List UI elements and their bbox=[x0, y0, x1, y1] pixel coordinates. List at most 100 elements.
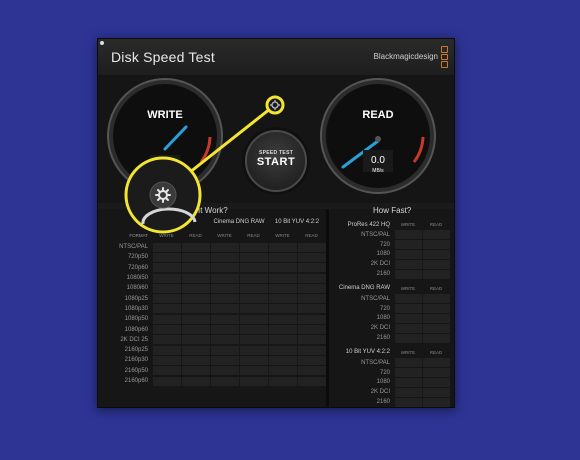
app-title: Disk Speed Test bbox=[111, 49, 215, 65]
result-cell bbox=[210, 314, 239, 324]
table-row: 2K DCI 25 bbox=[98, 335, 326, 345]
resolution-label: NTSC/PAL bbox=[361, 295, 390, 302]
table-row: 720 bbox=[329, 240, 454, 250]
gauge-panel: WRITE 0.0 MB/s READ 0.0 MB/s SPEED TEST … bbox=[98, 75, 454, 203]
result-cell bbox=[268, 283, 297, 293]
write-gauge-unit: MB/s bbox=[159, 168, 171, 174]
result-cell bbox=[422, 387, 450, 397]
result-cell bbox=[210, 263, 239, 273]
format-label: 2160p60 bbox=[124, 378, 148, 384]
result-cell bbox=[268, 263, 297, 273]
table-row: 2160p60 bbox=[98, 376, 326, 386]
result-cell bbox=[239, 366, 268, 376]
brand-name: Blackmagicdesign bbox=[373, 52, 438, 61]
table-row: 1080p30 bbox=[98, 304, 326, 314]
result-cell bbox=[210, 355, 239, 365]
result-cell bbox=[422, 397, 450, 407]
resolution-label: 2160 bbox=[376, 399, 390, 406]
table-row: 720p60 bbox=[98, 263, 326, 273]
result-cell bbox=[394, 377, 422, 387]
result-cell bbox=[152, 335, 181, 345]
table-row: 2160 bbox=[329, 397, 454, 407]
table-row: 2K DCI bbox=[329, 259, 454, 269]
result-cell bbox=[297, 355, 326, 365]
result-cell bbox=[422, 377, 450, 387]
result-cell bbox=[210, 345, 239, 355]
result-cell bbox=[181, 283, 210, 293]
table-row: 2K DCI bbox=[329, 387, 454, 397]
table-row: 2K DCI bbox=[329, 323, 454, 333]
table-row: NTSC/PAL bbox=[329, 294, 454, 304]
codec-name: 10 Bit YUV 4:2:2 bbox=[345, 349, 390, 356]
resolution-label: 2K DCI bbox=[370, 325, 390, 332]
result-cell bbox=[239, 294, 268, 304]
will-it-work-table: It Work? Cinema DNG RAW 10 Bit YUV 4:2:2 … bbox=[98, 206, 326, 407]
how-fast-group: ProRes 422 HQ WRITE READ NTSC/PAL 720 1080 2K … bbox=[329, 219, 454, 279]
table-row: 2160p30 bbox=[98, 355, 326, 365]
write-gauge-value: 0.0 bbox=[159, 158, 172, 168]
result-cell bbox=[152, 294, 181, 304]
result-cell bbox=[297, 242, 326, 252]
column-header: READ bbox=[429, 222, 443, 227]
table-row: NTSC/PAL bbox=[329, 230, 454, 240]
result-cell bbox=[210, 283, 239, 293]
result-cell bbox=[239, 314, 268, 324]
table-row: NTSC/PAL bbox=[329, 358, 454, 368]
result-cell bbox=[239, 345, 268, 355]
result-cell bbox=[268, 366, 297, 376]
resolution-label: 1080 bbox=[376, 251, 390, 258]
result-cell bbox=[268, 294, 297, 304]
result-cell bbox=[394, 269, 422, 279]
result-cell bbox=[394, 368, 422, 378]
table-row: 2160 bbox=[329, 269, 454, 279]
result-cell bbox=[422, 259, 450, 269]
column-header: WRITE bbox=[400, 222, 416, 227]
result-cell bbox=[181, 355, 210, 365]
table-row: 1080p60 bbox=[98, 324, 326, 335]
result-cell bbox=[181, 242, 210, 252]
result-cell bbox=[394, 249, 422, 259]
format-label: 720p50 bbox=[127, 254, 148, 261]
result-cell bbox=[210, 325, 239, 335]
result-cell bbox=[394, 397, 422, 407]
table-row: 1080p25 bbox=[98, 293, 326, 304]
result-cell bbox=[239, 304, 268, 314]
result-cell bbox=[297, 345, 326, 355]
result-cell bbox=[297, 263, 326, 273]
result-cell bbox=[422, 294, 450, 304]
result-cell bbox=[152, 376, 181, 386]
column-header: WRITE bbox=[159, 233, 174, 238]
column-header: WRITE bbox=[217, 233, 232, 238]
format-label: 1080p25 bbox=[124, 295, 148, 302]
start-button[interactable]: SPEED TEST START bbox=[245, 130, 307, 192]
result-cell bbox=[297, 376, 326, 386]
result-cell bbox=[268, 273, 297, 283]
table-row: 720 bbox=[329, 304, 454, 314]
format-label: 1080p30 bbox=[124, 305, 148, 312]
result-cell bbox=[239, 242, 268, 252]
result-cell bbox=[394, 304, 422, 314]
start-button-label: START bbox=[256, 156, 296, 168]
result-cell bbox=[210, 335, 239, 345]
table-row: 1080i60 bbox=[98, 283, 326, 293]
table-row: 1080p50 bbox=[98, 314, 326, 324]
column-header: READ bbox=[429, 349, 443, 355]
result-cell bbox=[422, 323, 450, 333]
format-column-header: FORMAT bbox=[129, 233, 148, 238]
group-header: 10 Bit YUV 4:2:2 bbox=[274, 219, 320, 225]
result-cell bbox=[239, 355, 268, 365]
result-cell bbox=[181, 366, 210, 376]
column-header: READ bbox=[189, 233, 202, 238]
table-row: 2160p50 bbox=[98, 366, 326, 376]
result-cell bbox=[394, 323, 422, 333]
result-cell bbox=[152, 345, 181, 355]
format-label: 2160p25 bbox=[124, 347, 148, 354]
column-header: WRITE bbox=[275, 233, 290, 238]
result-cell bbox=[239, 263, 268, 273]
result-cell bbox=[422, 230, 450, 240]
result-cell bbox=[181, 345, 210, 355]
result-cell bbox=[181, 314, 210, 324]
result-cell bbox=[152, 304, 181, 314]
result-cell bbox=[422, 358, 450, 368]
close-button[interactable] bbox=[100, 41, 104, 45]
